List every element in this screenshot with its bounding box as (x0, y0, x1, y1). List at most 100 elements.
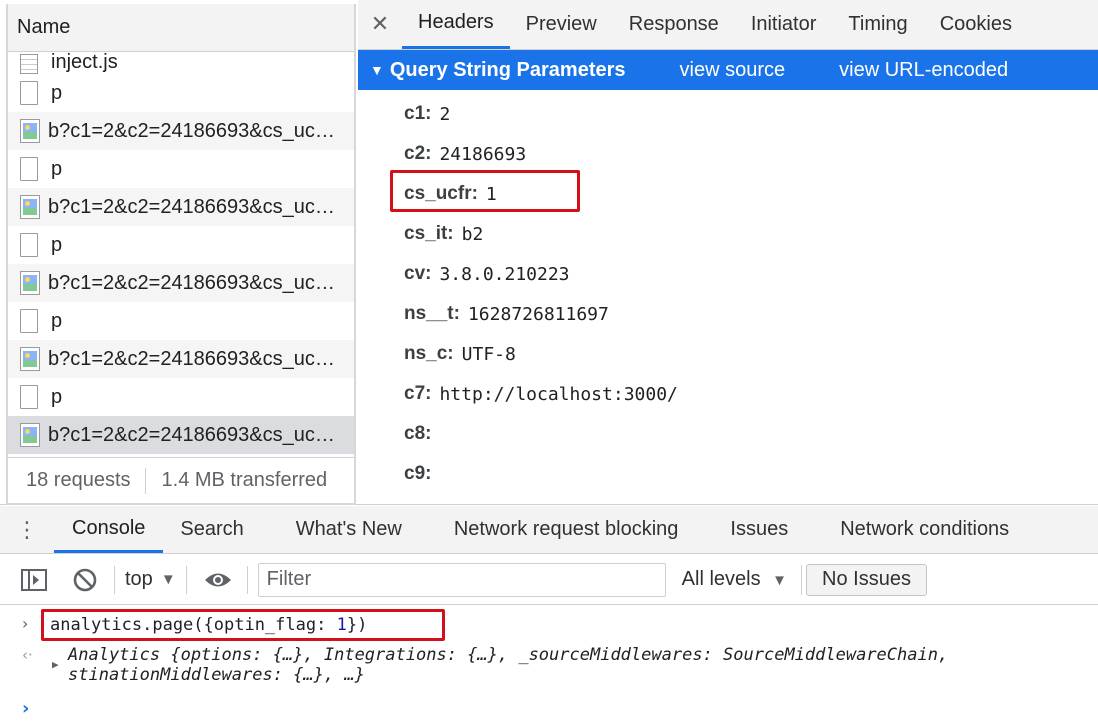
document-icon (20, 309, 38, 333)
request-list: Name inject.js p b?c1=2&c2=24186693&cs_u… (6, 4, 356, 505)
return-arrow-icon: ‹· (22, 646, 33, 664)
tab-headers[interactable]: Headers (402, 0, 510, 49)
query-params-list: c1: 2 c2: 24186693 cs_ucfr: 1 cs_it: b2 cv: 3… (358, 90, 1098, 494)
request-row[interactable]: b?c1=2&c2=24186693&cs_ucfr=1&cs_it=b2 (8, 264, 354, 302)
script-file-icon (20, 54, 38, 74)
tab-preview[interactable]: Preview (510, 0, 613, 49)
network-panel: Name inject.js p b?c1=2&c2=24186693&cs_u… (0, 0, 1098, 505)
param-key: c7: (404, 383, 432, 404)
dropdown-arrow-icon: ▼ (772, 572, 788, 589)
param-row: ns__t: 1628726811697 (404, 294, 1098, 334)
param-value: b2 (461, 223, 484, 245)
request-name: p (51, 233, 63, 256)
expand-triangle-icon: ▶ (52, 658, 59, 671)
tab-network-conditions[interactable]: Network conditions (822, 506, 1027, 553)
no-issues-button[interactable]: No Issues (806, 563, 927, 596)
param-key: c9: (404, 463, 432, 484)
param-key: cs_it: (404, 223, 454, 244)
param-value: UTF-8 (461, 343, 516, 365)
tab-whats-new[interactable]: What's New (278, 506, 436, 553)
param-key: c2: (404, 143, 432, 164)
param-value: 1628726811697 (467, 303, 609, 325)
tab-console[interactable]: Console (54, 506, 164, 553)
document-icon (20, 157, 38, 181)
param-key: c1: (404, 103, 432, 124)
network-summary-bar: 18 requests 1.4 MB transferred (8, 457, 354, 503)
query-string-section-header[interactable]: ▼ Query String Parameters view source vi… (358, 50, 1098, 90)
param-value: 2 (439, 103, 451, 125)
more-options-icon[interactable]: ⋮ (0, 506, 54, 553)
request-row[interactable]: p (8, 378, 354, 416)
block-icon (73, 568, 97, 591)
document-icon (20, 233, 38, 257)
view-source-link[interactable]: view source (680, 59, 786, 82)
tab-search[interactable]: Search (163, 506, 277, 553)
dropdown-arrow-icon: ▼ (160, 571, 176, 588)
image-file-icon (20, 195, 40, 219)
section-title: Query String Parameters (389, 58, 626, 81)
request-name: inject.js (51, 52, 118, 73)
tab-issues[interactable]: Issues (712, 506, 822, 553)
request-row[interactable]: p (8, 302, 354, 340)
request-rows: inject.js p b?c1=2&c2=24186693&cs_ucfr=1… (8, 52, 354, 454)
close-icon[interactable]: ✕ (358, 0, 402, 49)
request-row[interactable]: b?c1=2&c2=24186693&cs_ucfr=1&cs_it=b2 (8, 112, 354, 150)
toolbar-divider (114, 565, 115, 594)
request-row[interactable]: inject.js (8, 52, 354, 74)
request-name: b?c1=2&c2=24186693&cs_ucfr=1&cs_it=b2 (48, 195, 338, 218)
request-row[interactable]: p (8, 226, 354, 264)
param-row: cs_it: b2 (404, 214, 1098, 254)
param-row: cv: 3.8.0.210223 (404, 254, 1098, 294)
param-value: 24186693 (439, 143, 527, 165)
console-result[interactable]: ‹· ▶ Analytics {options: {…}, Integratio… (0, 645, 1098, 690)
eye-icon (204, 573, 231, 586)
tab-initiator[interactable]: Initiator (735, 0, 833, 49)
log-levels-dropdown[interactable]: All levels ▼ (682, 568, 787, 591)
tab-timing[interactable]: Timing (832, 0, 923, 49)
request-name: p (51, 309, 63, 332)
result-object-line: stinationMiddlewares: {…}, …} (68, 665, 365, 685)
context-label: top (125, 568, 153, 590)
image-file-icon (20, 423, 40, 447)
name-column-header[interactable]: Name (8, 4, 354, 52)
request-name: p (51, 157, 63, 180)
no-issues-label: No Issues (822, 568, 911, 590)
param-key: c8: (404, 423, 432, 444)
clear-console-icon[interactable] (72, 567, 98, 593)
request-row[interactable]: b?c1=2&c2=24186693&cs_ucfr=1&cs_it=b2 (8, 188, 354, 226)
document-icon (20, 385, 38, 409)
triangle-down-icon: ▼ (370, 62, 384, 78)
param-row: c1: 2 (404, 94, 1098, 134)
transferred-size: 1.4 MB transferred (161, 469, 328, 491)
console-toolbar: top ▼ All levels ▼ No Issues (0, 555, 1098, 605)
request-details-pane: ✕ Headers Preview Response Initiator Tim… (358, 0, 1098, 505)
highlight-box-param (390, 170, 580, 212)
param-row: c2: 24186693 (404, 134, 1098, 174)
request-name: p (51, 385, 63, 408)
toolbar-divider (246, 565, 248, 594)
show-sidebar-icon (21, 568, 47, 591)
param-value: http://localhost:3000/ (439, 383, 678, 405)
drawer-tabbar: ⋮ Console Search What's New Network requ… (0, 506, 1098, 554)
tab-cookies[interactable]: Cookies (924, 0, 1028, 49)
view-url-encoded-link[interactable]: view URL-encoded (839, 59, 1008, 82)
param-row: ns_c: UTF-8 (404, 334, 1098, 374)
param-value: 3.8.0.210223 (439, 263, 570, 285)
sidebar-toggle-icon[interactable] (20, 567, 48, 593)
console-prompt-line[interactable]: › (0, 698, 1098, 722)
console-filter-input[interactable] (257, 562, 666, 597)
request-name: b?c1=2&c2=24186693&cs_ucfr=1&cs_it=b2 (48, 271, 338, 294)
request-row[interactable]: p (8, 74, 354, 112)
toolbar-divider (801, 564, 803, 595)
live-expression-eye-icon[interactable] (203, 570, 233, 590)
param-key: ns__t: (404, 303, 460, 324)
log-levels-label: All levels (681, 568, 761, 590)
context-selector[interactable]: top ▼ (125, 568, 176, 591)
param-row: c7: http://localhost:3000/ (404, 374, 1098, 414)
request-row-selected[interactable]: b?c1=2&c2=24186693&cs_ucfr=1&cs_it=b2 (8, 416, 354, 454)
tab-network-request-blocking[interactable]: Network request blocking (436, 506, 713, 553)
tab-response[interactable]: Response (613, 0, 735, 49)
image-file-icon (20, 271, 40, 295)
request-row[interactable]: b?c1=2&c2=24186693&cs_ucfr=1&cs_it=b2 (8, 340, 354, 378)
request-row[interactable]: p (8, 150, 354, 188)
